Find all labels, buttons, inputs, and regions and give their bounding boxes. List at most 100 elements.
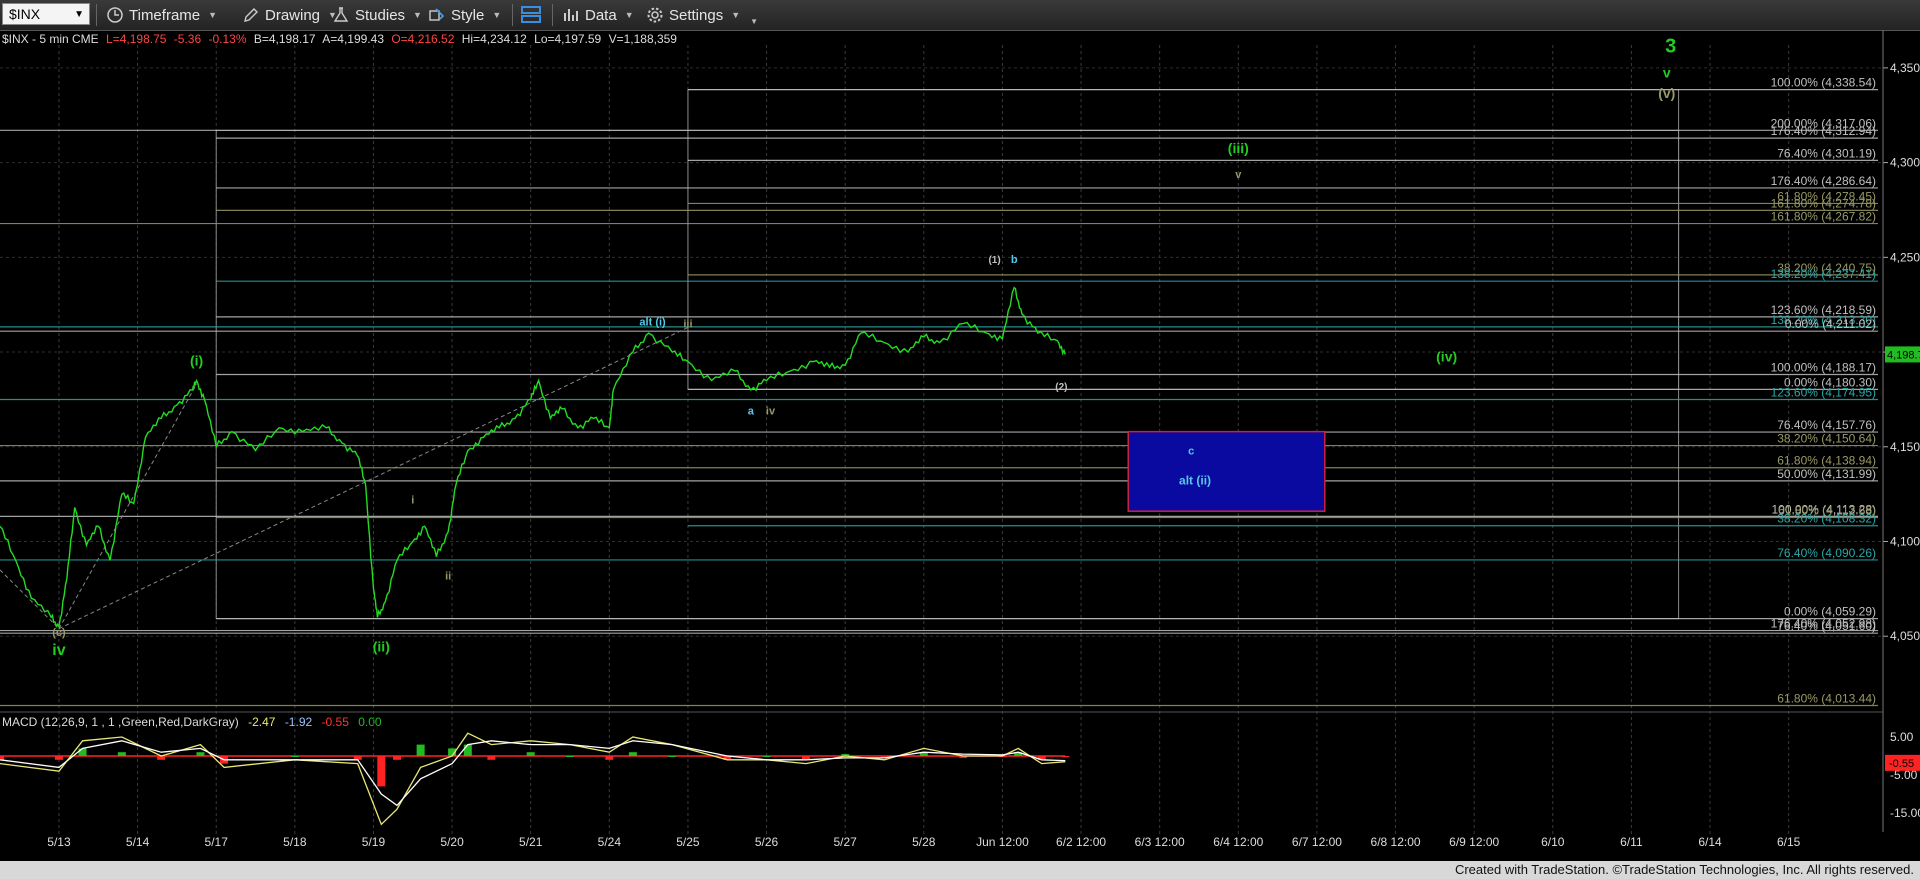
pct-change: -0.13% [208, 32, 246, 46]
macd-signal-line [0, 740, 1066, 807]
fib-level-label: 76.40% (4,051.60) [1777, 619, 1876, 633]
macd-histogram-bar [290, 756, 299, 757]
macd-histogram-bar [54, 756, 63, 760]
macd-histogram-bar [628, 752, 637, 756]
wave-label: v [1235, 169, 1242, 181]
wave-label: (iii) [1228, 140, 1249, 156]
fib-level-label: 50.00% (4,131.99) [1777, 467, 1876, 481]
macd-histogram-bar [668, 756, 677, 757]
time-tick-label: 5/21 [519, 835, 543, 849]
macd-title: MACD (12,26,9, 1 , 1 ,Green,Red,DarkGray… [2, 715, 239, 729]
time-tick-label: 5/13 [47, 835, 71, 849]
wave-label: iv [52, 642, 65, 659]
macd-histogram-bar [605, 756, 614, 760]
time-tick-label: 6/8 12:00 [1371, 835, 1421, 849]
price-tick-label: 4,150.00 [1890, 440, 1920, 454]
macd-histogram-bar [526, 752, 535, 756]
copyright-text: Created with TradeStation. ©TradeStation… [1454, 862, 1914, 877]
wave-label: (c) [52, 627, 66, 639]
wave-label: (ii) [373, 638, 390, 654]
macd-histogram-bar [196, 752, 205, 756]
macd-histogram-bar [416, 744, 425, 756]
fib-level-label: 76.40% (4,157.76) [1777, 418, 1876, 432]
time-tick-label: 5/24 [598, 835, 622, 849]
price-chart[interactable]: $INX - 5 min CME L=4,198.75 -5.36 -0.13%… [0, 0, 1920, 861]
fib-level-label: 38.20% (4,108.32) [1777, 512, 1876, 526]
time-tick-label: 6/9 12:00 [1449, 835, 1499, 849]
wave-label: i [411, 495, 414, 507]
macd-tick-label: 5.00 [1890, 730, 1914, 744]
wave-label: (v) [1658, 85, 1675, 101]
price-tick-label: 4,350.00 [1890, 61, 1920, 75]
fib-level-label: 176.40% (4,286.64) [1771, 174, 1876, 188]
footer: Created with TradeStation. ©TradeStation… [0, 861, 1920, 879]
wave-label: c [1188, 445, 1194, 457]
time-tick-label: 6/10 [1541, 835, 1565, 849]
macd-avg-value: -1.92 [285, 715, 313, 729]
price-series-line [0, 286, 1066, 630]
macd-diff-value: -0.55 [322, 715, 350, 729]
time-tick-label: 5/19 [362, 835, 386, 849]
bid-info: B=4,198.17 [254, 32, 316, 46]
wave-label: (i) [190, 352, 203, 368]
time-tick-label: 6/3 12:00 [1135, 835, 1185, 849]
wave-label: alt (ii) [1179, 474, 1211, 488]
macd-line [0, 732, 1066, 826]
time-tick-label: 6/7 12:00 [1292, 835, 1342, 849]
ask-info: A=4,199.43 [322, 32, 384, 46]
macd-histogram-bar [487, 756, 496, 760]
volume-info: V=1,188,359 [609, 32, 678, 46]
macd-value: -2.47 [248, 715, 276, 729]
fib-level-label: 138.20% (4,237.41) [1771, 267, 1876, 281]
fib-level-label: 61.80% (4,013.44) [1777, 691, 1876, 705]
time-tick-label: 6/4 12:00 [1213, 835, 1263, 849]
wave-label: (iv) [1436, 349, 1457, 365]
wave-label: (2) [1055, 382, 1067, 393]
wave-label: iv [766, 406, 776, 418]
fib-level-label: 0.00% (4,211.02) [1785, 317, 1876, 331]
wave-label: v [1663, 64, 1671, 80]
time-tick-label: 6/2 12:00 [1056, 835, 1106, 849]
trend-line [0, 569, 60, 629]
fib-level-label: 76.40% (4,090.26) [1777, 546, 1876, 560]
macd-hist-tag-label: -0.55 [1889, 758, 1914, 770]
fib-level-label: 176.40% (4,312.94) [1771, 124, 1876, 138]
trend-line [58, 384, 197, 629]
time-tick-label: 6/11 [1620, 835, 1643, 849]
macd-histogram-bar [393, 756, 402, 760]
fib-level-label: 76.40% (4,301.19) [1777, 146, 1876, 160]
fib-level-label: 100.00% (4,338.54) [1771, 76, 1876, 90]
macd-histogram-bar [1061, 756, 1070, 758]
open-info: O=4,216.52 [391, 32, 454, 46]
time-tick-label: 5/14 [126, 835, 150, 849]
low-info: Lo=4,197.59 [534, 32, 601, 46]
macd-histogram-bar [566, 756, 575, 757]
macd-histogram-bar [78, 748, 87, 756]
fib-anchor-box [687, 89, 1680, 390]
last-price-tag-label: 4,198.75 [1887, 349, 1920, 361]
macd-tick-label: -15.00 [1890, 806, 1920, 820]
fib-level-label: 161.80% (4,267.82) [1771, 210, 1876, 224]
fib-level-label: 100.00% (4,188.17) [1771, 360, 1876, 374]
macd-histogram-bar [762, 756, 771, 757]
macd-histogram-bar [463, 744, 472, 756]
time-tick-label: 6/15 [1777, 835, 1801, 849]
time-tick-label: 5/28 [912, 835, 936, 849]
wave-label: iii [683, 318, 692, 330]
wave-label: (1) [988, 255, 1000, 266]
wave-label: b [1011, 254, 1018, 266]
price-tick-label: 4,300.00 [1890, 156, 1920, 170]
time-tick-label: 5/20 [440, 835, 464, 849]
wave-label: 3 [1665, 36, 1676, 58]
wave-label: a [748, 406, 755, 418]
time-tick-label: Jun 12:00 [976, 835, 1029, 849]
price-tick-label: 4,050.00 [1890, 629, 1920, 643]
macd-histogram-bar [377, 756, 386, 787]
wave-label: alt (i) [639, 317, 666, 329]
time-tick-label: 5/18 [283, 835, 307, 849]
price-tick-label: 4,250.00 [1890, 250, 1920, 264]
time-tick-label: 5/27 [834, 835, 858, 849]
fib-level-label: 61.80% (4,138.94) [1777, 454, 1876, 468]
net-change: -5.36 [174, 32, 202, 46]
symbol-interval: $INX - 5 min CME [2, 32, 99, 46]
